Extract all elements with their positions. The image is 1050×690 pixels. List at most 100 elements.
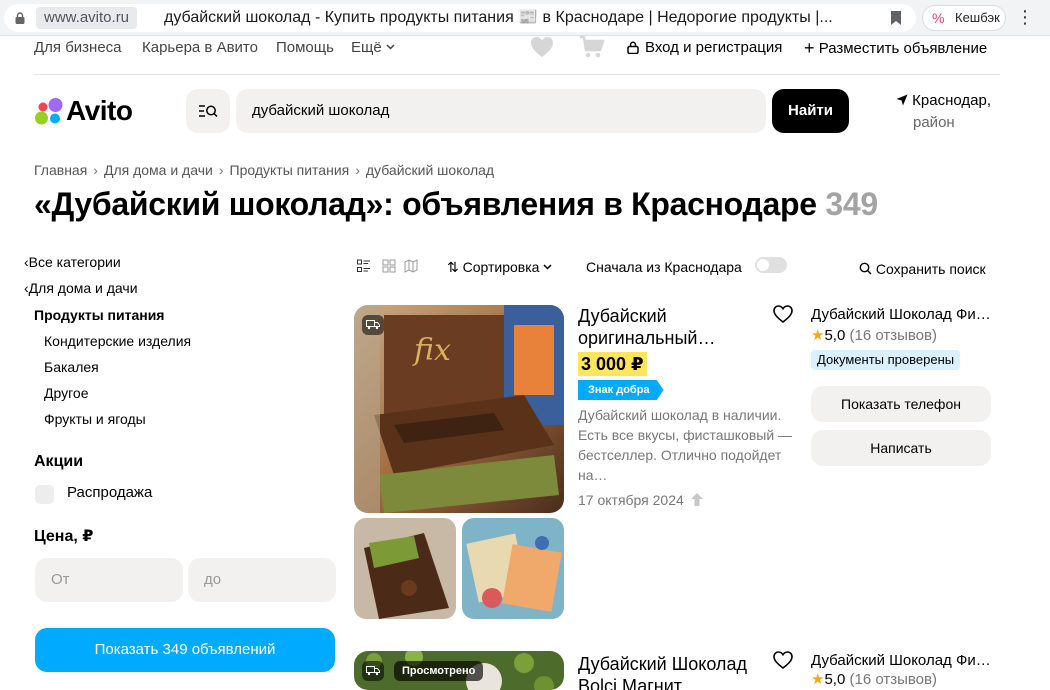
rating-value: 5,0 bbox=[824, 327, 846, 344]
sidebar-item-grocery[interactable]: Бакалея bbox=[44, 357, 99, 377]
chocolate-thumb-icon bbox=[354, 518, 456, 619]
sidebar-home-garden[interactable]: ‹Для дома и дачи bbox=[24, 278, 138, 298]
listing-date-text: 17 октября 2024 bbox=[578, 492, 684, 508]
star-icon: ★ bbox=[811, 327, 825, 344]
listing-title[interactable]: Дубайский оригинальный… bbox=[578, 305, 758, 349]
post-ad-link[interactable]: + Разместить объявление bbox=[804, 38, 987, 59]
breadcrumb-separator: › bbox=[93, 162, 98, 178]
category-filter-button[interactable] bbox=[186, 89, 230, 133]
show-phone-button[interactable]: Показать телефон bbox=[811, 386, 991, 422]
cashback-label: Кешбэк bbox=[955, 10, 1000, 25]
avito-logo-icon[interactable] bbox=[34, 97, 64, 125]
star-icon: ★ bbox=[811, 671, 825, 688]
browser-menu-icon[interactable]: ⋮ bbox=[1016, 8, 1034, 28]
breadcrumb-home[interactable]: Главная bbox=[34, 162, 87, 178]
chocolate-photo-icon: fix bbox=[354, 305, 564, 513]
listing-thumb-photo[interactable] bbox=[462, 518, 564, 619]
bookmark-icon[interactable] bbox=[890, 11, 902, 25]
write-message-button[interactable]: Написать bbox=[811, 430, 991, 466]
sort-arrows-icon: ⇅ bbox=[447, 259, 459, 275]
breadcrumb-home-garden[interactable]: Для дома и дачи bbox=[104, 162, 213, 178]
reviews-count: (16 отзывов) bbox=[849, 327, 937, 344]
page-tab-title: дубайский шоколад - Купить продукты пита… bbox=[164, 9, 833, 26]
from-city-label: Сначала из Краснодара bbox=[586, 259, 742, 275]
map-view-icon[interactable] bbox=[404, 259, 418, 273]
listing-date: 17 октября 2024 bbox=[578, 490, 703, 510]
truck-icon bbox=[366, 666, 380, 676]
breadcrumb-query[interactable]: дубайский шоколад bbox=[366, 162, 494, 178]
grid-view-icon[interactable] bbox=[382, 259, 396, 273]
rating-value: 5,0 bbox=[824, 671, 846, 688]
location-line-1: Краснодар, bbox=[896, 90, 1006, 112]
header-divider bbox=[34, 74, 1000, 75]
avito-logo-text[interactable]: Avito bbox=[66, 94, 133, 128]
show-results-button[interactable]: Показать 349 объявлений bbox=[35, 628, 335, 672]
address-bar[interactable]: www.avito.ru дубайский шоколад - Купить … bbox=[4, 4, 916, 32]
nav-link-more-label: Ещё bbox=[351, 39, 382, 56]
breadcrumb-separator: › bbox=[355, 162, 360, 178]
page-title: «Дубайский шоколад»: объявления в Красно… bbox=[34, 184, 878, 224]
location-line-2: район bbox=[913, 114, 955, 131]
login-lock-icon bbox=[627, 41, 639, 54]
search-submit-button[interactable]: Найти bbox=[772, 89, 849, 133]
lock-icon bbox=[15, 12, 25, 24]
breadcrumb-separator: › bbox=[218, 162, 224, 178]
listing-thumb-photo[interactable] bbox=[354, 518, 456, 619]
cart-icon[interactable] bbox=[579, 35, 605, 59]
location-selector[interactable]: Краснодар, район bbox=[896, 90, 1006, 134]
price-from-input[interactable]: От bbox=[35, 558, 183, 602]
seller-rating[interactable]: ★5,0 (16 отзывов) bbox=[811, 326, 937, 346]
promo-heading: Акции bbox=[34, 453, 84, 470]
sale-checkbox-label[interactable]: Распродажа bbox=[67, 483, 152, 503]
breadcrumb-food[interactable]: Продукты питания bbox=[230, 162, 350, 178]
percent-icon: % bbox=[932, 10, 945, 26]
promoted-arrow-icon bbox=[690, 493, 703, 506]
price-heading: Цена, ₽ bbox=[34, 528, 94, 545]
sale-checkbox[interactable] bbox=[35, 485, 54, 504]
list-view-icon[interactable] bbox=[357, 259, 371, 273]
login-link[interactable]: Вход и регистрация bbox=[645, 38, 782, 58]
location-arrow-icon bbox=[896, 94, 908, 106]
save-search-button[interactable]: Сохранить поиск bbox=[859, 259, 986, 279]
documents-verified-badge: Документы проверены bbox=[811, 350, 961, 370]
sidebar-all-categories[interactable]: ‹Все категории bbox=[24, 252, 121, 272]
sidebar-item-fruits[interactable]: Фрукты и ягоды bbox=[44, 409, 146, 429]
packaging-thumb-icon bbox=[462, 518, 564, 619]
listing-title[interactable]: Дубайский Шоколад Bolci Магнит bbox=[578, 653, 758, 690]
post-ad-label: Разместить объявление bbox=[818, 40, 988, 57]
sidebar-current-category[interactable]: Продукты питания bbox=[34, 305, 164, 325]
save-search-label: Сохранить поиск bbox=[875, 261, 986, 277]
price-to-input[interactable]: до bbox=[188, 558, 336, 602]
nav-link-help[interactable]: Помощь bbox=[276, 38, 334, 58]
seller-rating[interactable]: ★5,0 (16 отзывов) bbox=[811, 670, 937, 690]
sidebar-item-confectionery[interactable]: Кондитерские изделия bbox=[44, 331, 191, 351]
results-toolbar: ⇅ Сортировка Сначала из Краснодара Сохра… bbox=[354, 254, 1000, 280]
browser-toolbar: www.avito.ru дубайский шоколад - Купить … bbox=[0, 0, 1050, 36]
sidebar-item-other[interactable]: Другое bbox=[44, 383, 88, 403]
url-domain: www.avito.ru bbox=[36, 7, 138, 29]
plus-icon: + bbox=[804, 38, 815, 58]
search-input[interactable]: дубайский шоколад bbox=[236, 89, 766, 133]
nav-link-career[interactable]: Карьера в Авито bbox=[142, 38, 258, 58]
svg-text:fix: fix bbox=[412, 333, 451, 368]
sort-dropdown[interactable]: ⇅ Сортировка bbox=[447, 257, 552, 277]
nav-link-more[interactable]: Ещё bbox=[351, 38, 395, 58]
listing-main-photo[interactable]: fix bbox=[354, 305, 564, 513]
listing-main-photo[interactable]: Просмотрено bbox=[354, 651, 564, 690]
charity-badge[interactable]: Знак добра bbox=[578, 380, 664, 400]
delivery-badge bbox=[362, 661, 384, 681]
from-city-toggle[interactable] bbox=[755, 257, 787, 273]
favorite-heart-icon[interactable] bbox=[773, 305, 793, 323]
sidebar-home-garden-label: Для дома и дачи bbox=[28, 280, 138, 296]
save-search-icon bbox=[859, 262, 872, 275]
cashback-extension-button[interactable]: % Кешбэк bbox=[922, 5, 1006, 31]
favorite-heart-icon[interactable] bbox=[773, 651, 793, 669]
seller-name[interactable]: Дубайский Шоколад Фи… bbox=[811, 651, 996, 671]
seller-name[interactable]: Дубайский Шоколад Фи… bbox=[811, 305, 996, 325]
sidebar-all-categories-label: Все категории bbox=[28, 254, 121, 270]
listing-price: 3 000 ₽ bbox=[578, 352, 647, 376]
favorites-heart-icon[interactable] bbox=[530, 36, 554, 58]
truck-icon bbox=[366, 320, 380, 330]
sort-label: Сортировка bbox=[462, 259, 540, 275]
nav-link-business[interactable]: Для бизнеса bbox=[34, 38, 122, 58]
